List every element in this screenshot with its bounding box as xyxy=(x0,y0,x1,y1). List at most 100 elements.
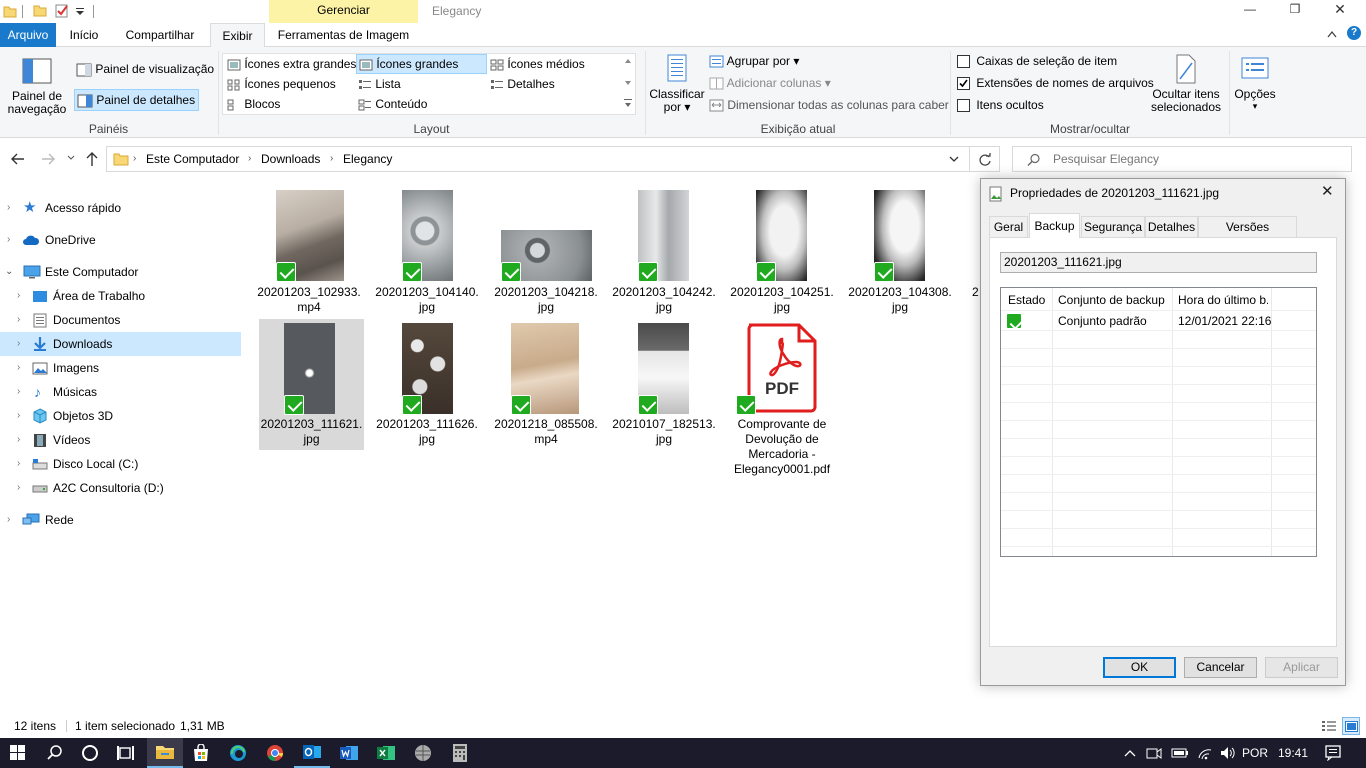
icones-medios-button[interactable]: Ícones médios xyxy=(490,55,585,73)
file-item[interactable]: 20201203_104251. jpg xyxy=(729,188,835,318)
icones-extra-grandes-button[interactable]: Ícones extra grandes xyxy=(227,55,356,73)
dimensionar-colunas-button[interactable]: Dimensionar todas as colunas para caber xyxy=(709,96,949,114)
file-item[interactable]: 20201203_111626. jpg xyxy=(374,319,480,450)
icones-grandes-button[interactable]: Ícones grandes xyxy=(356,54,487,74)
painel-visualizacao-button[interactable]: Painel de visualização xyxy=(76,60,214,78)
file-item[interactable]: 20210107_182513. jpg xyxy=(611,319,717,450)
file-item[interactable]: 20201203_104242. jpg xyxy=(611,188,717,318)
taskbar-outlook[interactable] xyxy=(294,738,330,768)
breadcrumb-este-computador[interactable]: Este Computador xyxy=(146,152,239,166)
taskbar-edge[interactable] xyxy=(220,738,256,768)
nav-item-acesso-rapido[interactable]: › ★ Acesso rápido xyxy=(0,196,241,220)
properties-icon[interactable] xyxy=(55,4,69,18)
taskbar-app[interactable] xyxy=(405,738,441,768)
itens-ocultos-checkbox[interactable]: Itens ocultos xyxy=(957,96,1044,114)
classificar-por-button[interactable]: Classificar por ▾ xyxy=(649,53,705,114)
breadcrumb-downloads[interactable]: Downloads xyxy=(261,152,320,166)
battery-icon[interactable] xyxy=(1171,747,1189,759)
nav-item-videos[interactable]: › Vídeos xyxy=(0,428,241,452)
file-item[interactable]: 20201203_104140. jpg xyxy=(374,188,480,318)
file-item[interactable]: 20201203_104218. jpg xyxy=(493,188,599,318)
tab-arquivo[interactable]: Arquivo xyxy=(0,23,56,47)
tray-overflow-icon[interactable] xyxy=(1124,749,1136,757)
search-button[interactable] xyxy=(37,738,73,768)
cancel-button[interactable]: Cancelar xyxy=(1184,657,1257,678)
up-icon[interactable] xyxy=(85,151,99,167)
help-icon[interactable]: ? xyxy=(1347,26,1361,40)
volume-icon[interactable] xyxy=(1220,746,1236,760)
dialog-tab-backup[interactable]: Backup xyxy=(1029,213,1080,238)
file-item-selected[interactable]: 20201203_111621. jpg xyxy=(259,319,364,450)
nav-item-disco-d[interactable]: › A2C Consultoria (D:) xyxy=(0,476,241,500)
file-name-partial[interactable]: 2 xyxy=(972,285,980,299)
detalhes-button[interactable]: Detalhes xyxy=(490,75,555,93)
breadcrumb-elegancy[interactable]: Elegancy xyxy=(343,152,392,166)
taskbar-word[interactable] xyxy=(331,738,367,768)
nav-item-rede[interactable]: › Rede xyxy=(0,508,241,532)
blocos-button[interactable]: Blocos xyxy=(227,95,280,113)
meet-now-icon[interactable] xyxy=(1146,746,1162,760)
close-button[interactable]: ✕ xyxy=(1320,1,1360,18)
nav-item-disco-c[interactable]: › Disco Local (C:) xyxy=(0,452,241,476)
nav-item-objetos3d[interactable]: › Objetos 3D xyxy=(0,404,241,428)
forward-icon[interactable] xyxy=(40,152,56,166)
task-view-button[interactable] xyxy=(108,738,144,768)
icones-pequenos-button[interactable]: Ícones pequenos xyxy=(227,75,336,93)
start-button[interactable] xyxy=(0,738,36,768)
ok-button[interactable]: OK xyxy=(1103,657,1176,678)
tab-inicio[interactable]: Início xyxy=(56,23,112,47)
taskbar-calculator[interactable] xyxy=(442,738,478,768)
nav-item-musicas[interactable]: › ♪ Músicas xyxy=(0,380,241,404)
column-header-estado[interactable]: Estado xyxy=(1008,293,1045,307)
caixas-selecao-checkbox[interactable]: Caixas de seleção de item xyxy=(957,52,1117,70)
notifications-icon[interactable] xyxy=(1325,745,1341,761)
tab-exibir[interactable]: Exibir xyxy=(210,23,265,48)
painel-detalhes-button[interactable]: Painel de detalhes xyxy=(74,89,200,111)
customize-quick-access-icon[interactable] xyxy=(76,8,85,16)
taskbar-excel[interactable] xyxy=(368,738,404,768)
language-indicator[interactable]: POR xyxy=(1242,746,1268,760)
nav-item-onedrive[interactable]: › OneDrive xyxy=(0,228,241,252)
search-box[interactable]: Pesquisar Elegancy xyxy=(1012,146,1352,172)
conteudo-button[interactable]: Conteúdo xyxy=(358,95,427,113)
column-header-conjunto[interactable]: Conjunto de backup xyxy=(1058,293,1165,307)
tab-compartilhar[interactable]: Compartilhar xyxy=(112,23,208,47)
ocultar-itens-button[interactable]: Ocultar itens selecionados xyxy=(1148,53,1224,114)
file-item[interactable]: 20201203_102933. mp4 xyxy=(256,188,362,318)
nav-item-documentos[interactable]: › Documentos xyxy=(0,308,241,332)
taskbar-store[interactable] xyxy=(183,738,219,768)
painel-navegacao-button[interactable]: Painel de navegação xyxy=(4,53,70,119)
wifi-icon[interactable] xyxy=(1197,746,1213,760)
nav-item-area-trabalho[interactable]: › Área de Trabalho xyxy=(0,284,241,308)
nav-item-imagens[interactable]: › Imagens xyxy=(0,356,241,380)
nav-item-downloads[interactable]: › Downloads xyxy=(0,332,241,356)
dialog-tab-detalhes[interactable]: Detalhes xyxy=(1145,216,1198,237)
dialog-tab-seguranca[interactable]: Segurança xyxy=(1081,216,1145,237)
gallery-scroll-icon[interactable] xyxy=(624,57,632,109)
restore-button[interactable]: ❐ xyxy=(1275,2,1315,16)
recent-locations-icon[interactable] xyxy=(67,155,75,161)
opcoes-button[interactable]: Opções ▾ xyxy=(1232,53,1278,111)
taskbar-explorer[interactable] xyxy=(147,738,183,768)
dialog-close-icon[interactable]: ✕ xyxy=(1321,182,1334,200)
tab-ferramentas-imagem[interactable]: Ferramentas de Imagem xyxy=(269,23,418,47)
cortana-button[interactable] xyxy=(72,738,108,768)
dialog-tab-versoes[interactable]: Versões Anteriores xyxy=(1198,216,1297,254)
agrupar-por-button[interactable]: Agrupar por ▾ xyxy=(709,52,799,70)
clock[interactable]: 19:41 xyxy=(1278,746,1308,760)
minimize-button[interactable]: — xyxy=(1230,2,1270,16)
details-view-toggle-icon[interactable] xyxy=(1321,719,1337,733)
apply-button[interactable]: Aplicar xyxy=(1265,657,1338,678)
taskbar-chrome[interactable] xyxy=(257,738,293,768)
address-dropdown-icon[interactable] xyxy=(949,156,959,163)
dialog-tab-geral[interactable]: Geral xyxy=(989,216,1028,237)
address-bar[interactable]: › Este Computador › Downloads › Elegancy xyxy=(106,146,970,172)
collapse-ribbon-icon[interactable] xyxy=(1327,30,1337,38)
column-header-hora[interactable]: Hora do último b... xyxy=(1178,293,1268,307)
lista-button[interactable]: Lista xyxy=(358,75,401,93)
file-item[interactable]: 20201218_085508. mp4 xyxy=(493,319,599,450)
refresh-button[interactable] xyxy=(970,146,1000,172)
file-item[interactable]: PDF Comprovante de Devolução de Mercadoria… xyxy=(729,319,835,479)
large-icons-toggle[interactable] xyxy=(1342,717,1360,735)
file-item[interactable]: 20201203_104308. jpg xyxy=(847,188,953,318)
